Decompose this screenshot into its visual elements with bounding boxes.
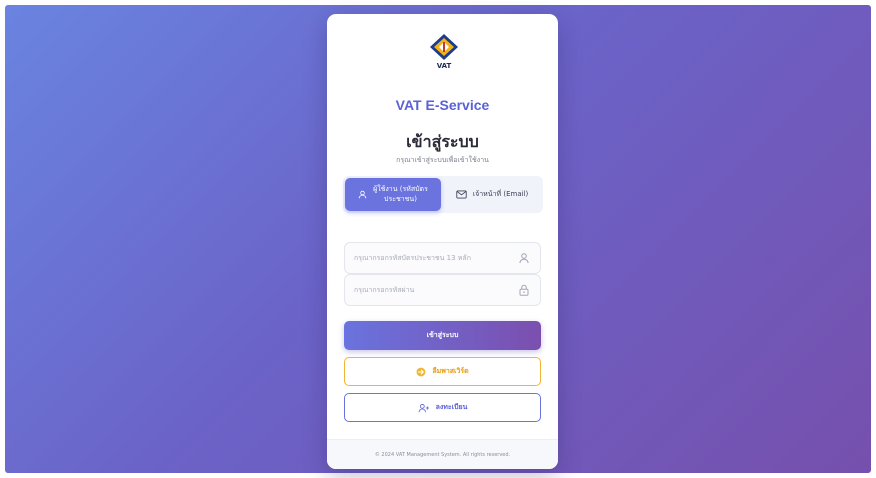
id-card-input[interactable] (354, 243, 514, 273)
footer: © 2024 VAT Management System. All rights… (327, 439, 558, 469)
mail-icon (456, 190, 467, 199)
tab-citizen[interactable]: ผู้ใช้งาน (รหัสบัตร ประชาชน) (345, 178, 441, 211)
tab-citizen-label-line1: ผู้ใช้งาน (รหัสบัตร (373, 185, 428, 194)
tab-staff-label: เจ้าหน้าที่ (Email) (472, 189, 529, 198)
password-input[interactable] (354, 275, 514, 305)
id-card-field (344, 242, 541, 274)
page-title: เข้าสู่ระบบ (406, 132, 479, 151)
lock-icon (518, 284, 530, 296)
add-user-icon (418, 403, 430, 413)
brand-name: VAT E-Service (395, 97, 490, 113)
forgot-password-button[interactable]: ลืมพาสเวิร์ด (344, 357, 541, 386)
user-icon (518, 252, 530, 264)
login-card: VAT VAT E-Service เข้าสู่ระบบ กรุณาเข้าส… (327, 14, 558, 469)
login-button[interactable]: เข้าสู่ระบบ (344, 321, 541, 350)
register-label: ลงทะเบียน (435, 403, 468, 411)
forgot-password-label: ลืมพาสเวิร์ด (432, 367, 469, 375)
logo-text: VAT (437, 62, 452, 70)
tab-citizen-label: ผู้ใช้งาน (รหัสบัตร ประชาชน) (373, 185, 428, 204)
copyright-text: © 2024 VAT Management System. All rights… (374, 451, 511, 458)
register-button[interactable]: ลงทะเบียน (344, 393, 541, 422)
login-button-label: เข้าสู่ระบบ (426, 331, 459, 339)
login-type-tabs: ผู้ใช้งาน (รหัสบัตร ประชาชน) เจ้าหน้าที่… (343, 176, 543, 213)
page-subtitle: กรุณาเข้าสู่ระบบเพื่อเข้าใช้งาน (396, 156, 489, 164)
password-field (344, 274, 541, 306)
vat-logo: VAT (427, 33, 461, 71)
tab-staff[interactable]: เจ้าหน้าที่ (Email) (443, 178, 541, 211)
tab-citizen-label-line2: ประชาชน) (384, 194, 417, 203)
arrow-circle-icon (416, 367, 426, 377)
user-icon (358, 190, 367, 199)
